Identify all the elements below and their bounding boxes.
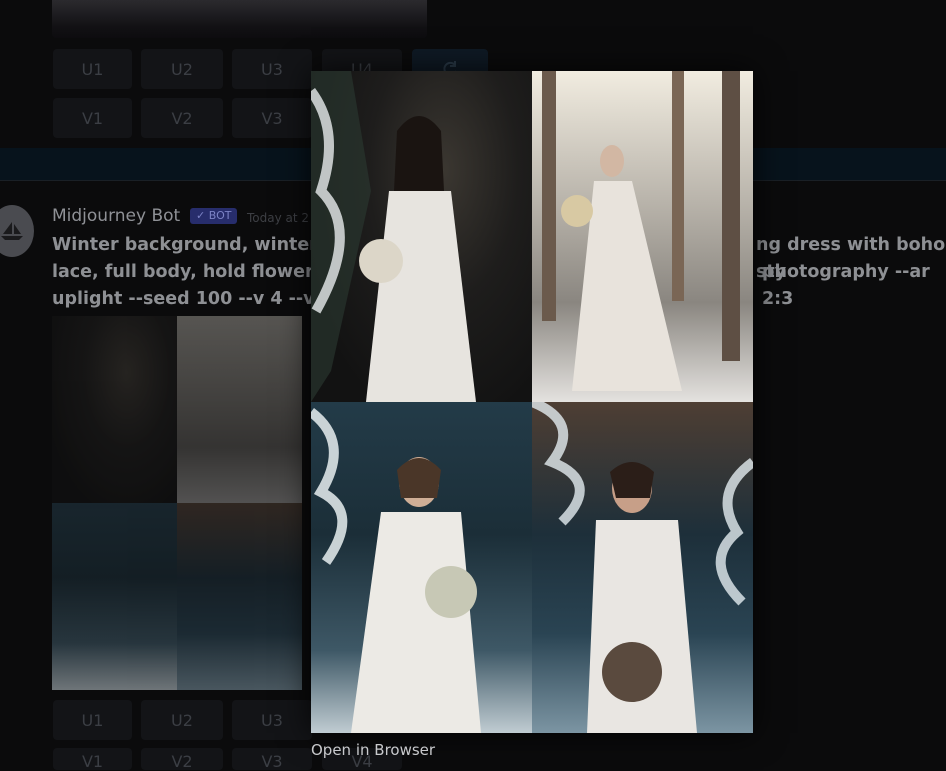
prompt-line-1a: Winter background, winter fo: [52, 235, 344, 255]
timestamp: Today at 2: [247, 211, 310, 225]
bride-figure-4: [532, 402, 753, 733]
variation-button-1[interactable]: V1: [53, 98, 132, 138]
open-in-browser-link[interactable]: Open in Browser: [311, 741, 435, 759]
variation-button-1-bottom[interactable]: V1: [53, 748, 132, 771]
variation-button-3-bottom[interactable]: V3: [232, 748, 312, 771]
upscale-button-2-bottom[interactable]: U2: [141, 700, 223, 740]
sailboat-icon: [1, 222, 23, 240]
upscale-button-2[interactable]: U2: [141, 49, 223, 89]
bride-figure-2: [542, 71, 740, 391]
variation-button-2[interactable]: V2: [141, 98, 223, 138]
thumbnail-2[interactable]: [177, 316, 302, 503]
thumbnail-1[interactable]: [52, 316, 177, 503]
variation-button-2-bottom[interactable]: V2: [141, 748, 223, 771]
upscale-button-3-bottom[interactable]: U3: [232, 700, 312, 740]
image-tile-3: [311, 402, 532, 733]
thumbnail-grid[interactable]: [52, 316, 302, 690]
thumbnail-3[interactable]: [52, 503, 177, 690]
bride-figure-1: [311, 71, 476, 402]
upscale-button-1[interactable]: U1: [53, 49, 132, 89]
bride-figure-3: [311, 408, 481, 733]
author-name[interactable]: Midjourney Bot: [52, 206, 180, 226]
upscale-button-3[interactable]: U3: [232, 49, 312, 89]
prompt-line-3: uplight --seed 100 --v 4 --v 4: [52, 289, 333, 309]
image-preview[interactable]: [311, 71, 753, 733]
previous-image[interactable]: [52, 0, 427, 38]
upscale-button-1-bottom[interactable]: U1: [53, 700, 132, 740]
image-tile-1: [311, 71, 532, 402]
prompt-line-2a: lace, full body, hold flowers, p: [52, 262, 350, 282]
avatar[interactable]: [0, 205, 34, 257]
image-tile-2: [532, 71, 753, 402]
thumbnail-4[interactable]: [177, 503, 302, 690]
variation-button-3[interactable]: V3: [232, 98, 312, 138]
image-tile-4: [532, 402, 753, 733]
bot-badge: ✓ BOT: [190, 208, 238, 224]
prompt-line-2b: photography --ar 2:3: [762, 262, 930, 309]
